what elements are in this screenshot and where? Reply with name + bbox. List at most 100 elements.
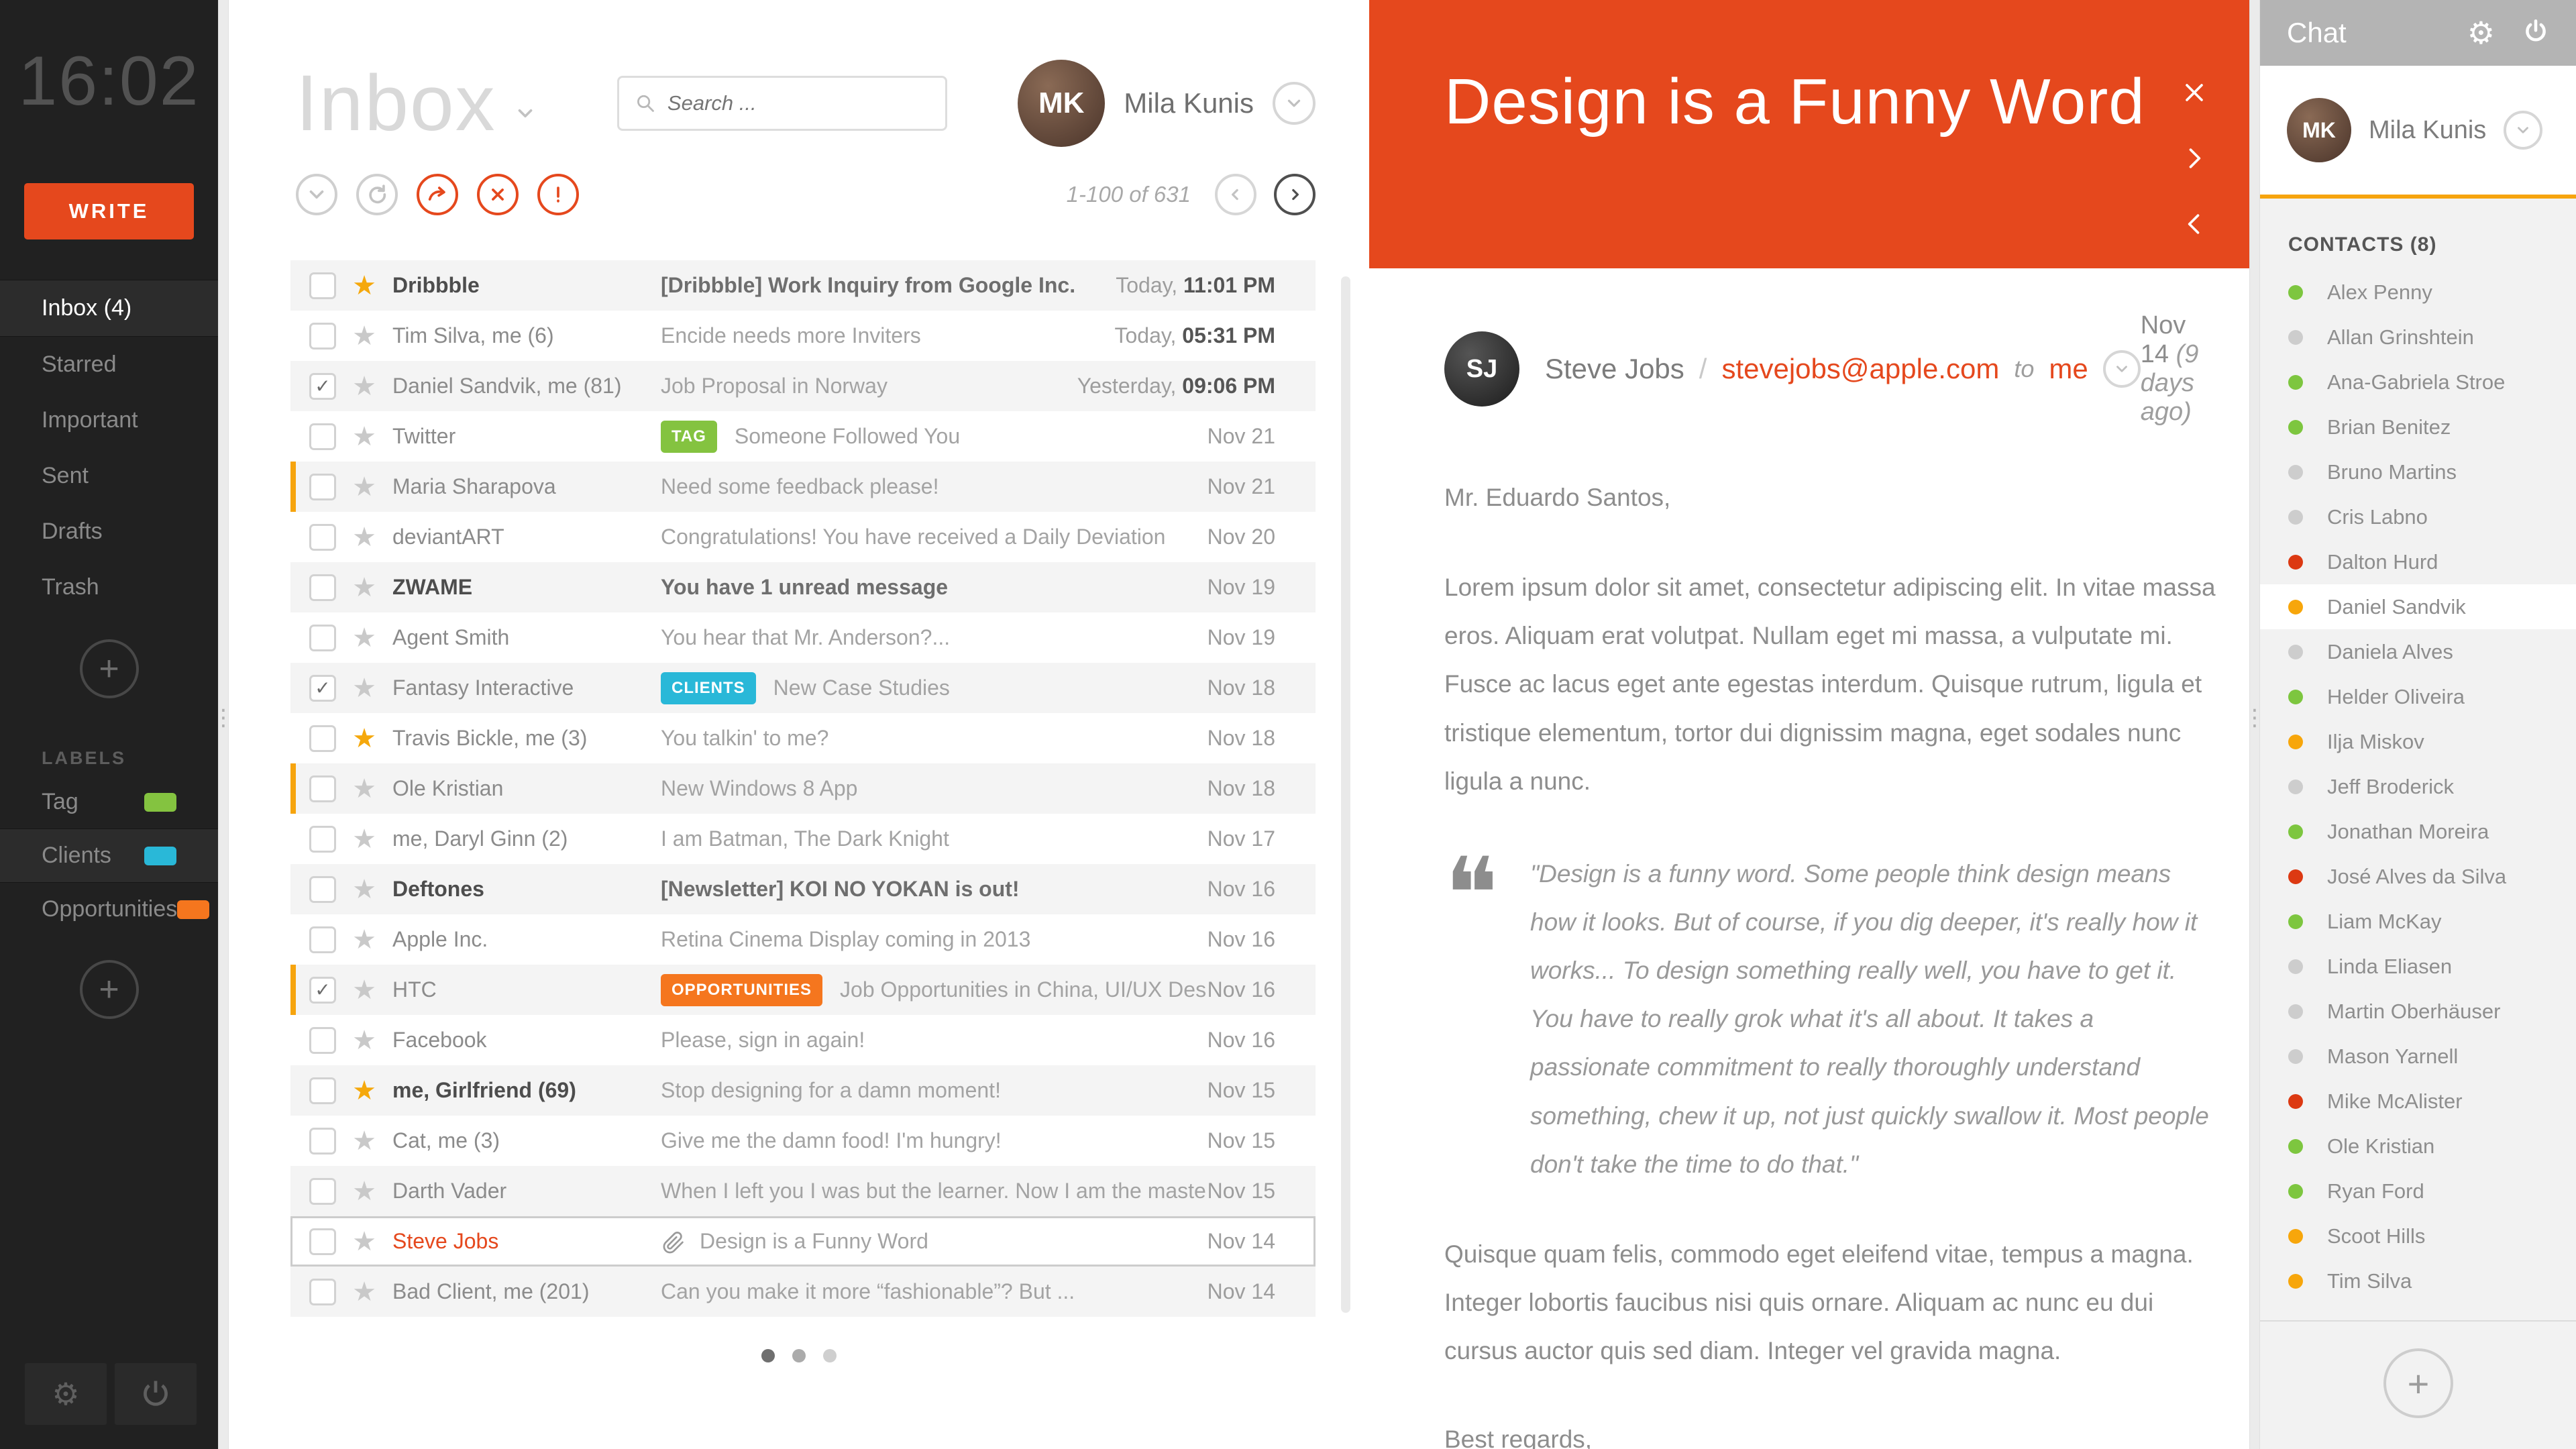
star-icon[interactable]: ★ xyxy=(336,975,392,1006)
add-folder-button[interactable]: + xyxy=(79,639,139,698)
contact-item-helder-oliveira[interactable]: Helder Oliveira xyxy=(2260,674,2576,719)
refresh-button[interactable] xyxy=(356,174,398,215)
contact-item-allan-grinshtein[interactable]: Allan Grinshtein xyxy=(2260,315,2576,360)
contact-item-jonathan-moreira[interactable]: Jonathan Moreira xyxy=(2260,809,2576,854)
label-item-opportunities[interactable]: Opportunities xyxy=(0,883,218,936)
page-dots[interactable] xyxy=(229,1349,1369,1362)
panel-resize-handle-left[interactable]: ⋮ xyxy=(212,0,235,1449)
email-row[interactable]: ✓ ★ Fantasy Interactive CLIENTS New Case Stu… xyxy=(290,663,1316,713)
next-page-button[interactable] xyxy=(1274,174,1316,215)
label-item-tag[interactable]: Tag xyxy=(0,775,218,828)
contact-item-ryan-ford[interactable]: Ryan Ford xyxy=(2260,1169,2576,1214)
logout-button[interactable] xyxy=(115,1363,197,1425)
prev-page-button[interactable] xyxy=(1215,174,1256,215)
checkbox[interactable]: ✓ xyxy=(309,976,336,1004)
checkbox[interactable] xyxy=(309,875,336,903)
contact-item-dalton-hurd[interactable]: Dalton Hurd xyxy=(2260,539,2576,584)
star-icon[interactable]: ★ xyxy=(336,824,392,855)
email-row[interactable]: ★ ZWAME You have 1 unread message Nov 19 xyxy=(290,562,1316,612)
title-dropdown-icon[interactable] xyxy=(514,102,537,125)
recipient[interactable]: me xyxy=(2049,353,2088,385)
star-icon[interactable]: ★ xyxy=(336,371,392,402)
sidebar-item-drafts[interactable]: Drafts xyxy=(0,504,218,559)
email-row[interactable]: ★ Ole Kristian New Windows 8 App Nov 18 xyxy=(290,763,1316,814)
email-row[interactable]: ★ Twitter TAG Someone Followed You Nov 21 xyxy=(290,411,1316,462)
contact-item-scoot-hills[interactable]: Scoot Hills xyxy=(2260,1214,2576,1258)
star-icon[interactable]: ★ xyxy=(336,1226,392,1257)
write-button[interactable]: WRITE xyxy=(24,183,194,239)
star-icon[interactable]: ★ xyxy=(336,572,392,603)
contact-item-ole-kristian[interactable]: Ole Kristian xyxy=(2260,1124,2576,1169)
star-icon[interactable]: ★ xyxy=(336,1176,392,1207)
email-row[interactable]: ★ Travis Bickle, me (3) You talkin' to me?… xyxy=(290,713,1316,763)
star-icon[interactable]: ★ xyxy=(336,723,392,754)
page-dot[interactable] xyxy=(761,1349,775,1362)
user-menu-button[interactable] xyxy=(1273,82,1316,125)
sidebar-item-trash[interactable]: Trash xyxy=(0,559,218,615)
panel-resize-handle-right[interactable]: ⋮ xyxy=(2243,0,2266,1449)
email-row[interactable]: ★ me, Daryl Ginn (2) I am Batman, The Dark… xyxy=(290,814,1316,864)
sender-email[interactable]: stevejobs@apple.com xyxy=(1721,353,1999,385)
checkbox[interactable] xyxy=(309,926,336,953)
contact-item-tim-silva[interactable]: Tim Silva xyxy=(2260,1258,2576,1303)
close-message-icon[interactable] xyxy=(2180,78,2209,107)
email-row[interactable]: ★ Agent Smith You hear that Mr. Anderson?.… xyxy=(290,612,1316,663)
user-avatar[interactable]: MK xyxy=(1018,60,1106,147)
star-icon[interactable]: ★ xyxy=(336,623,392,653)
contact-item-daniela-alves[interactable]: Daniela Alves xyxy=(2260,629,2576,674)
forward-button[interactable] xyxy=(417,174,458,215)
star-icon[interactable]: ★ xyxy=(336,924,392,955)
message-details-button[interactable] xyxy=(2102,350,2141,388)
email-row[interactable]: ★ Apple Inc. Retina Cinema Display coming … xyxy=(290,914,1316,965)
checkbox[interactable] xyxy=(309,1127,336,1155)
contact-item-bruno-martins[interactable]: Bruno Martins xyxy=(2260,449,2576,494)
email-row[interactable]: ★ Steve Jobs Design is a Funny Word Nov 14 xyxy=(290,1216,1316,1267)
contact-item-cris-labno[interactable]: Cris Labno xyxy=(2260,494,2576,539)
contact-item-ana-gabriela-stroe[interactable]: Ana-Gabriela Stroe xyxy=(2260,360,2576,405)
email-row[interactable]: ✓ ★ HTC OPPORTUNITIES Job Opportunities in C… xyxy=(290,965,1316,1015)
star-icon[interactable]: ★ xyxy=(336,421,392,452)
contact-item-liam-mckay[interactable]: Liam McKay xyxy=(2260,899,2576,944)
chat-settings-icon[interactable]: ⚙ xyxy=(2467,17,2495,48)
email-row[interactable]: ★ Cat, me (3) Give me the damn food! I'm h… xyxy=(290,1116,1316,1166)
email-row[interactable]: ★ Facebook Please, sign in again! Nov 16 xyxy=(290,1015,1316,1065)
star-icon[interactable]: ★ xyxy=(336,1126,392,1157)
email-row[interactable]: ✓ ★ Daniel Sandvik, me (81) Job Proposal in… xyxy=(290,361,1316,411)
spam-button[interactable] xyxy=(537,174,579,215)
sidebar-item-sent[interactable]: Sent xyxy=(0,448,218,504)
search-box[interactable] xyxy=(616,76,947,131)
email-row[interactable]: ★ Deftones [Newsletter] KOI NO YOKAN is ou… xyxy=(290,864,1316,914)
email-row[interactable]: ★ me, Girlfriend (69) Stop designing for a… xyxy=(290,1065,1316,1116)
email-row[interactable]: ★ Maria Sharapova Need some feedback pleas… xyxy=(290,462,1316,512)
page-dot[interactable] xyxy=(792,1349,806,1362)
delete-button[interactable] xyxy=(477,174,519,215)
checkbox[interactable] xyxy=(309,1026,336,1054)
chat-status-button[interactable] xyxy=(2504,111,2543,150)
add-label-button[interactable]: + xyxy=(79,960,139,1019)
checkbox[interactable] xyxy=(309,1228,336,1255)
contact-item-daniel-sandvik[interactable]: Daniel Sandvik xyxy=(2260,584,2576,629)
checkbox[interactable] xyxy=(309,574,336,601)
contact-item-jos-alves-da-silva[interactable]: José Alves da Silva xyxy=(2260,854,2576,899)
sidebar-item-starred[interactable]: Starred xyxy=(0,337,218,392)
contact-item-brian-benitez[interactable]: Brian Benitez xyxy=(2260,405,2576,449)
label-item-clients[interactable]: Clients xyxy=(0,828,218,883)
chat-user-avatar[interactable]: MK xyxy=(2287,98,2351,162)
star-icon[interactable]: ★ xyxy=(336,773,392,804)
checkbox[interactable]: ✓ xyxy=(309,674,336,702)
checkbox[interactable] xyxy=(309,423,336,450)
email-row[interactable]: ★ Tim Silva, me (6) Encide needs more Invi… xyxy=(290,311,1316,361)
checkbox[interactable] xyxy=(309,473,336,500)
contact-item-mason-yarnell[interactable]: Mason Yarnell xyxy=(2260,1034,2576,1079)
checkbox[interactable] xyxy=(309,272,336,299)
contact-item-jeff-broderick[interactable]: Jeff Broderick xyxy=(2260,764,2576,809)
email-row[interactable]: ★ deviantART Congratulations! You have rec… xyxy=(290,512,1316,562)
settings-button[interactable]: ⚙ xyxy=(25,1363,107,1425)
email-row[interactable]: ★ Darth Vader When I left you I was but th… xyxy=(290,1166,1316,1216)
checkbox[interactable] xyxy=(309,724,336,752)
checkbox[interactable] xyxy=(309,1278,336,1305)
star-icon[interactable]: ★ xyxy=(336,522,392,553)
star-icon[interactable]: ★ xyxy=(336,1277,392,1307)
select-menu-button[interactable] xyxy=(296,174,337,215)
checkbox[interactable] xyxy=(309,624,336,651)
